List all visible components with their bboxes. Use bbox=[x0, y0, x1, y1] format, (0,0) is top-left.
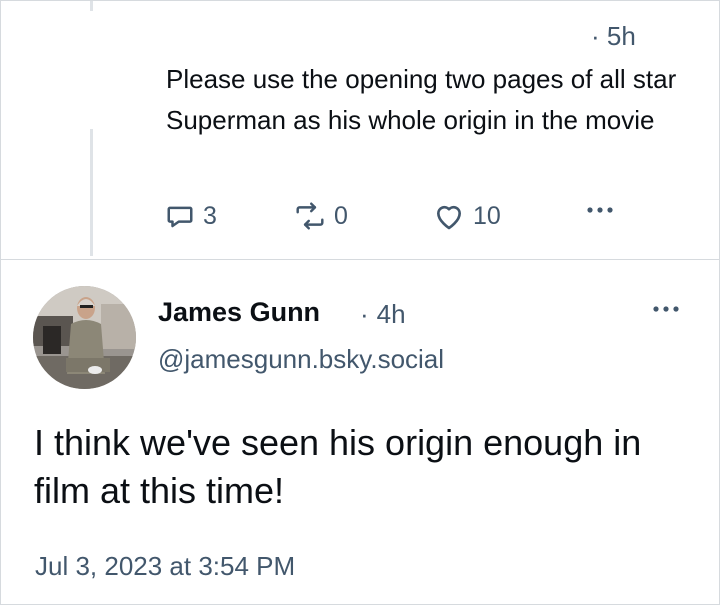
repost-count: 0 bbox=[334, 201, 348, 230]
post-actions: 3 0 10 bbox=[161, 201, 631, 237]
repost-icon bbox=[294, 201, 326, 231]
like-count: 10 bbox=[473, 201, 501, 230]
more-options-button[interactable] bbox=[651, 301, 681, 319]
repost-button[interactable]: 0 bbox=[294, 201, 348, 231]
post-time-value: 4h bbox=[376, 299, 406, 329]
more-options-button[interactable] bbox=[585, 205, 615, 215]
ellipsis-icon bbox=[651, 301, 681, 318]
post-text: I think we've seen his origin enough in … bbox=[34, 422, 642, 511]
reply-bubble-icon bbox=[165, 201, 195, 231]
heart-icon bbox=[433, 201, 465, 231]
post-text: Please use the opening two pages of all … bbox=[166, 64, 677, 135]
post-timestamp: Jul 3, 2023 at 3:54 PM bbox=[35, 551, 296, 581]
parent-post[interactable]: · 5h Please use the opening two pages of… bbox=[1, 1, 719, 259]
avatar[interactable] bbox=[33, 286, 136, 389]
ellipsis-icon bbox=[585, 205, 615, 215]
reply-count: 3 bbox=[203, 201, 217, 230]
post-time: · 4h bbox=[360, 299, 406, 330]
author-name[interactable]: James Gunn bbox=[158, 297, 320, 328]
post-time: · 5h bbox=[591, 21, 636, 51]
post-thread-view: · 5h Please use the opening two pages of… bbox=[0, 0, 720, 605]
like-button[interactable]: 10 bbox=[433, 201, 501, 231]
author-handle[interactable]: @jamesgunn.bsky.social bbox=[158, 344, 444, 375]
divider bbox=[1, 259, 719, 260]
reply-button[interactable]: 3 bbox=[165, 201, 217, 231]
time-separator: · bbox=[360, 299, 369, 329]
